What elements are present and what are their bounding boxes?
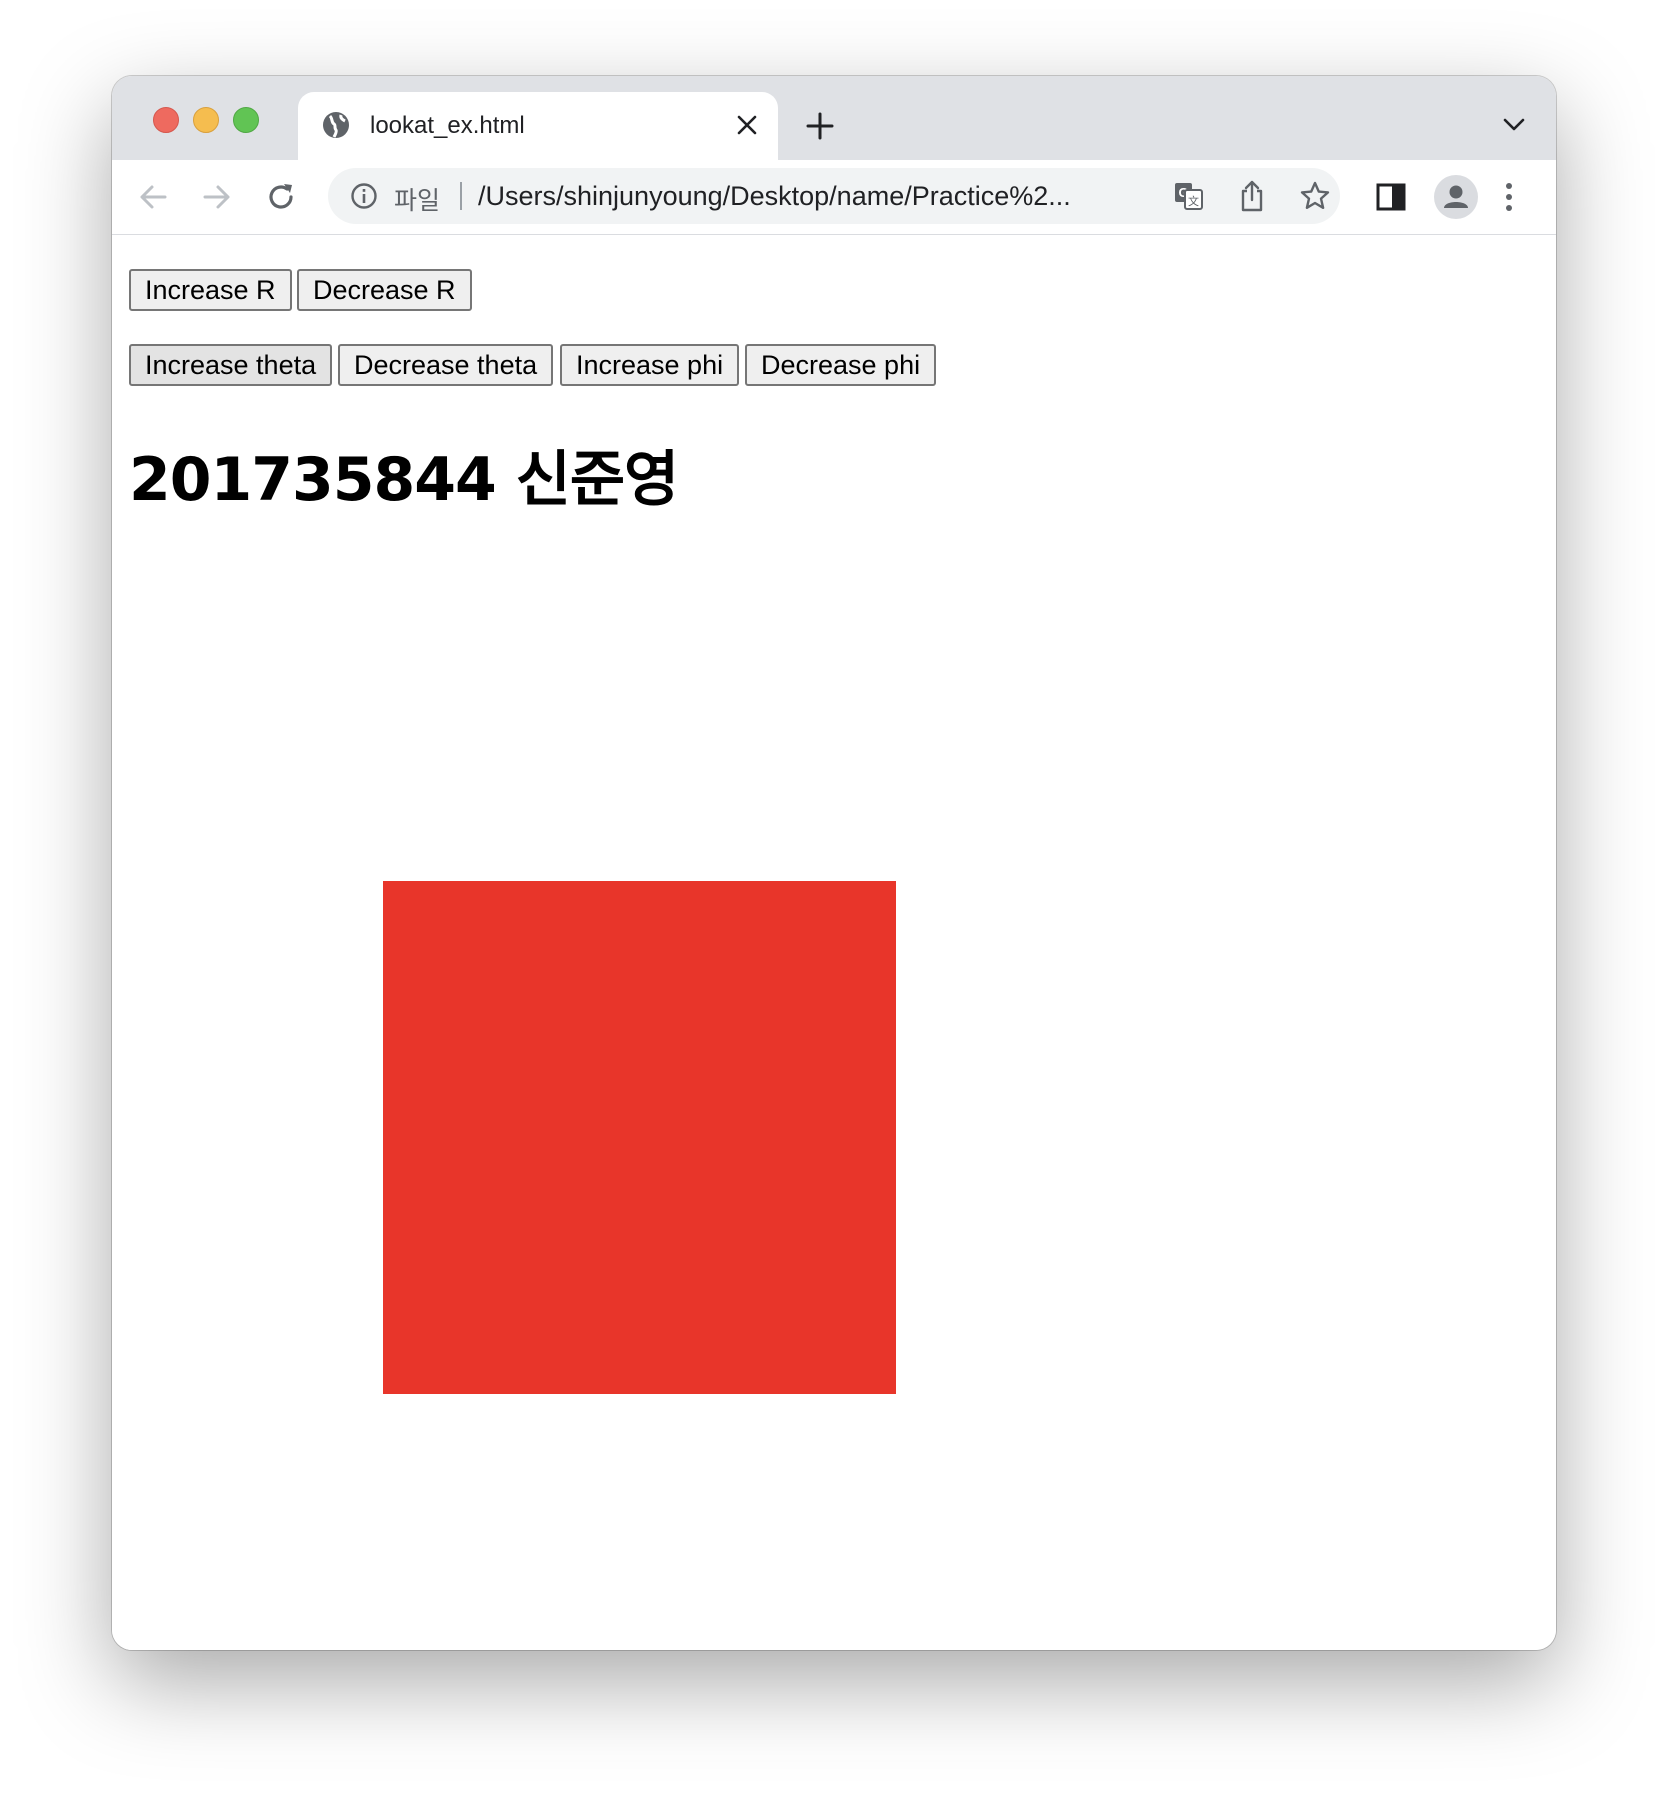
tab-title: lookat_ex.html <box>370 112 525 139</box>
page-heading: 201735844 신준영 <box>129 445 679 515</box>
chevron-down-icon[interactable] <box>1502 116 1526 134</box>
increase-r-button[interactable]: Increase R <box>129 269 292 311</box>
page-content: Increase R Decrease R Increase theta Dec… <box>112 235 1556 1650</box>
side-panel-icon[interactable] <box>1374 180 1408 214</box>
translate-icon[interactable]: G 文 <box>1173 180 1205 212</box>
star-icon[interactable] <box>1299 180 1331 212</box>
back-arrow-icon[interactable] <box>134 178 172 216</box>
info-icon[interactable] <box>350 182 378 210</box>
url-text[interactable]: /Users/shinjunyoung/Desktop/name/Practic… <box>478 181 1071 212</box>
window-minimize-button[interactable] <box>193 107 219 133</box>
decrease-theta-button[interactable]: Decrease theta <box>338 344 554 386</box>
browser-window: lookat_ex.html 파일 /Users/shinjunyoung/De… <box>112 76 1556 1650</box>
decrease-r-button[interactable]: Decrease R <box>297 269 472 311</box>
increase-phi-button[interactable]: Increase phi <box>560 344 740 386</box>
svg-text:文: 文 <box>1188 194 1199 208</box>
forward-arrow-icon[interactable] <box>198 178 236 216</box>
increase-theta-button[interactable]: Increase theta <box>129 344 333 386</box>
profile-avatar-icon[interactable] <box>1434 175 1478 219</box>
window-close-button[interactable] <box>153 107 179 133</box>
browser-toolbar: 파일 /Users/shinjunyoung/Desktop/name/Prac… <box>112 160 1556 235</box>
share-icon[interactable] <box>1236 179 1268 213</box>
plus-icon[interactable] <box>804 110 836 142</box>
decrease-phi-button[interactable]: Decrease phi <box>745 344 937 386</box>
window-maximize-button[interactable] <box>233 107 259 133</box>
tab-strip: lookat_ex.html <box>112 76 1556 160</box>
address-bar[interactable]: 파일 /Users/shinjunyoung/Desktop/name/Prac… <box>328 168 1340 224</box>
reload-icon[interactable] <box>262 178 300 216</box>
close-icon[interactable] <box>734 112 760 138</box>
omnibox-divider <box>460 182 462 210</box>
globe-icon <box>321 110 351 140</box>
rendered-square <box>383 881 896 1394</box>
more-vertical-icon[interactable] <box>1502 178 1516 216</box>
scheme-label: 파일 <box>394 186 441 215</box>
tab-active[interactable]: lookat_ex.html <box>298 92 778 160</box>
